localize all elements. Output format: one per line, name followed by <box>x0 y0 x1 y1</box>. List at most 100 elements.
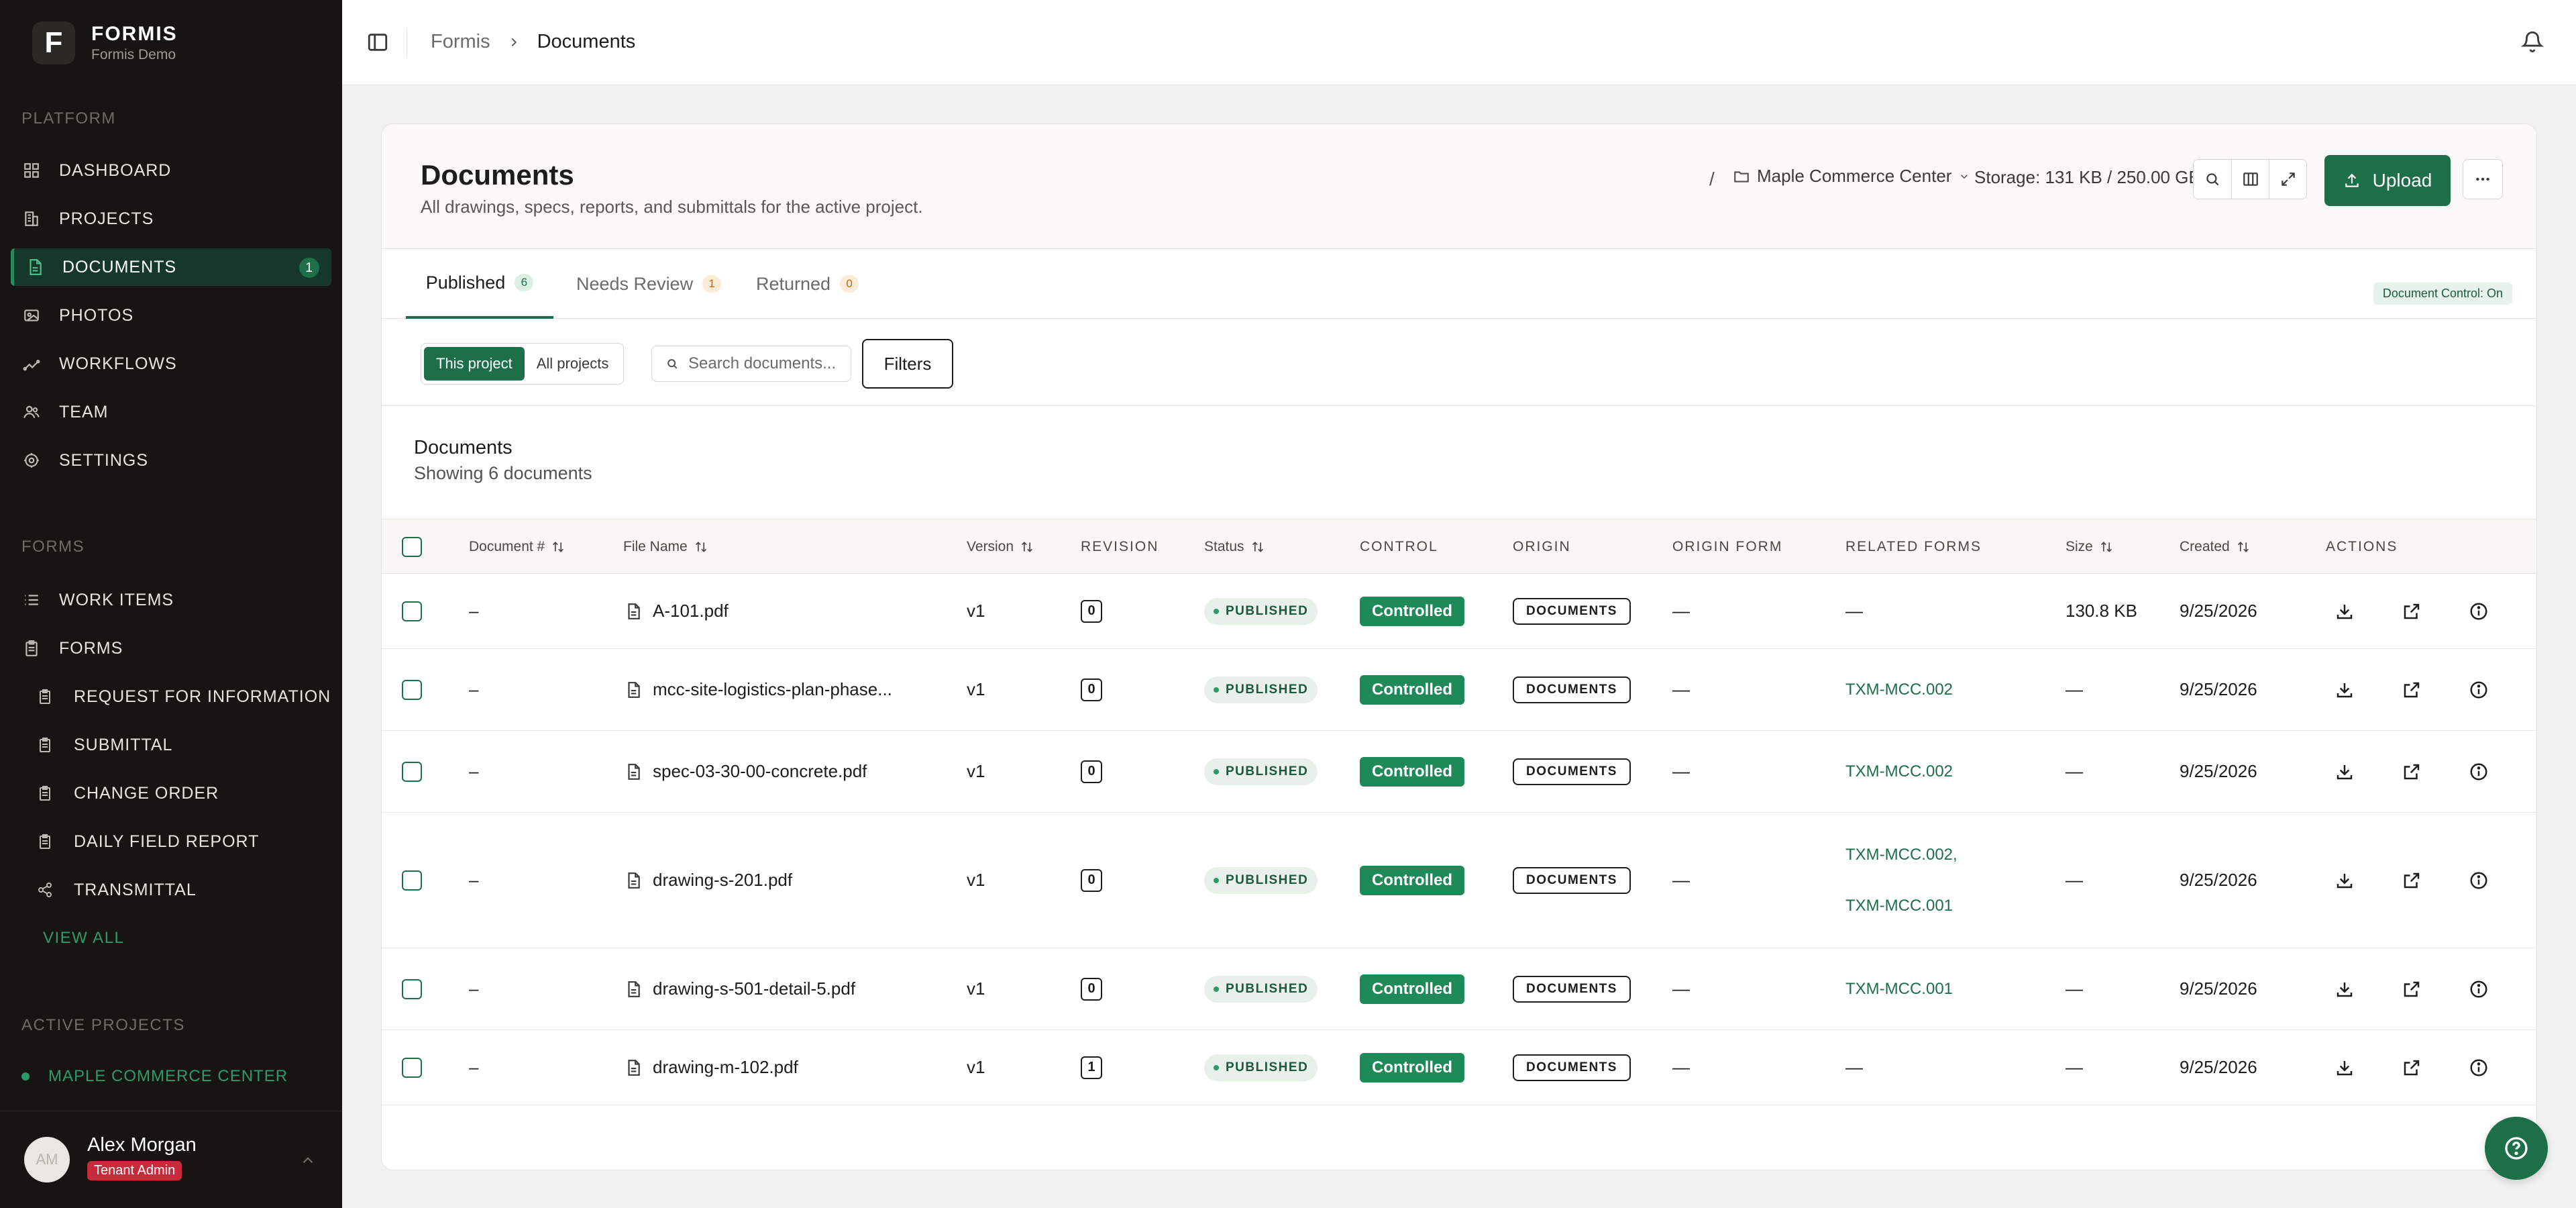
card-header: Documents All drawings, specs, reports, … <box>382 124 2536 249</box>
column-created[interactable]: Created <box>2180 519 2250 574</box>
sidebar-item-rfi[interactable]: REQUEST FOR INFORMATION <box>35 678 331 715</box>
tab-returned[interactable]: Returned 0 <box>756 249 859 319</box>
revision-cell: 0 <box>1081 574 1102 648</box>
tab-label: Published <box>425 272 506 293</box>
gear-icon <box>21 450 42 470</box>
sidebar-item-label: DOCUMENTS <box>62 257 177 276</box>
select-all-checkbox[interactable] <box>402 537 422 557</box>
column-actions: ACTIONS <box>2326 539 2398 554</box>
status-dot <box>1214 986 1219 992</box>
open-external-icon[interactable] <box>2398 1054 2425 1081</box>
info-icon[interactable] <box>2465 758 2492 785</box>
info-icon[interactable] <box>2465 598 2492 625</box>
info-icon[interactable] <box>2465 1054 2492 1081</box>
table-row[interactable]: – drawing-s-501-detail-5.pdf v1 0 PUBLIS… <box>382 948 2536 1030</box>
open-external-icon[interactable] <box>2398 598 2425 625</box>
version: v1 <box>967 679 985 699</box>
help-button[interactable] <box>2485 1117 2548 1180</box>
file-name-cell[interactable]: drawing-s-201.pdf <box>625 813 792 948</box>
file-name-cell[interactable]: drawing-m-102.pdf <box>625 1030 798 1105</box>
origin-cell: DOCUMENTS <box>1513 731 1631 812</box>
row-checkbox[interactable] <box>402 601 422 621</box>
document-number: – <box>469 870 479 890</box>
brand[interactable]: F FORMIS Formis Demo <box>32 16 178 70</box>
related-form-link[interactable]: TXM-MCC.001 <box>1845 897 1953 915</box>
sidebar-toggle-icon[interactable] <box>366 31 389 54</box>
info-icon[interactable] <box>2465 976 2492 1003</box>
file-name: mcc-site-logistics-plan-phase... <box>653 679 892 699</box>
column-status[interactable]: Status <box>1204 519 1265 574</box>
column-document-number[interactable]: Document # <box>469 519 565 574</box>
sidebar-item-workflows[interactable]: WORKFLOWS <box>11 345 331 383</box>
related-form-link[interactable]: TXM-MCC.002 <box>1845 681 1953 699</box>
columns-icon[interactable] <box>2231 160 2269 199</box>
column-file-name[interactable]: File Name <box>623 519 708 574</box>
scope-this-project-button[interactable]: This project <box>424 347 525 381</box>
column-size[interactable]: Size <box>2065 519 2113 574</box>
open-external-icon[interactable] <box>2398 758 2425 785</box>
sidebar-item-documents[interactable]: DOCUMENTS 1 <box>11 248 331 286</box>
sidebar-item-dashboard[interactable]: DASHBOARD <box>11 152 331 189</box>
row-checkbox[interactable] <box>402 680 422 700</box>
table-row[interactable]: – drawing-s-201.pdf v1 0 PUBLISHED Contr… <box>382 813 2536 948</box>
download-icon[interactable] <box>2331 598 2358 625</box>
row-checkbox[interactable] <box>402 1058 422 1078</box>
filters-button[interactable]: Filters <box>862 339 953 389</box>
file-name-cell[interactable]: mcc-site-logistics-plan-phase... <box>625 649 892 730</box>
file-name-cell[interactable]: drawing-s-501-detail-5.pdf <box>625 948 855 1029</box>
project-selector[interactable]: Maple Commerce Center <box>1733 166 1970 187</box>
status-label: PUBLISHED <box>1226 682 1309 697</box>
open-external-icon[interactable] <box>2398 867 2425 894</box>
file-name-cell[interactable]: A-101.pdf <box>625 574 729 648</box>
control-cell: Controlled <box>1360 731 1464 812</box>
upload-button[interactable]: Upload <box>2324 155 2451 206</box>
sidebar-item-forms[interactable]: FORMS <box>11 630 331 667</box>
column-version[interactable]: Version <box>967 519 1034 574</box>
bell-icon[interactable] <box>2521 30 2544 52</box>
open-external-icon[interactable] <box>2398 676 2425 703</box>
scope-all-projects-button[interactable]: All projects <box>525 347 621 381</box>
row-checkbox[interactable] <box>402 762 422 782</box>
download-icon[interactable] <box>2331 1054 2358 1081</box>
open-external-icon[interactable] <box>2398 976 2425 1003</box>
table-row[interactable]: – mcc-site-logistics-plan-phase... v1 0 … <box>382 649 2536 731</box>
download-icon[interactable] <box>2331 867 2358 894</box>
search-icon[interactable] <box>2194 160 2231 199</box>
breadcrumb: Formis Documents <box>431 31 635 53</box>
user-menu[interactable]: AM Alex Morgan Tenant Admin <box>0 1111 342 1208</box>
chevron-up-icon[interactable] <box>299 1152 317 1169</box>
view-all-link[interactable]: VIEW ALL <box>43 929 124 948</box>
sidebar-item-transmittal[interactable]: TRANSMITTAL <box>35 871 197 909</box>
download-icon[interactable] <box>2331 976 2358 1003</box>
sidebar-item-photos[interactable]: PHOTOS <box>11 297 331 334</box>
sidebar-item-change-order[interactable]: CHANGE ORDER <box>35 774 219 812</box>
breadcrumb-root[interactable]: Formis <box>431 31 490 53</box>
sidebar-item-work-items[interactable]: WORK ITEMS <box>11 581 331 619</box>
related-form-link[interactable]: TXM-MCC.001 <box>1845 980 1953 999</box>
search-input[interactable]: Search documents... <box>651 346 851 382</box>
table-row[interactable]: – spec-03-30-00-concrete.pdf v1 0 PUBLIS… <box>382 731 2536 813</box>
expand-icon[interactable] <box>2269 160 2306 199</box>
tab-needs-review[interactable]: Needs Review 1 <box>576 249 722 319</box>
related-form-link[interactable]: TXM-MCC.002 <box>1845 762 1953 781</box>
download-icon[interactable] <box>2331 758 2358 785</box>
more-options-button[interactable] <box>2463 159 2503 199</box>
control-cell: Controlled <box>1360 649 1464 730</box>
related-form-link[interactable]: TXM-MCC.002, <box>1845 846 1957 864</box>
row-checkbox[interactable] <box>402 870 422 891</box>
info-icon[interactable] <box>2465 676 2492 703</box>
column-label: Version <box>967 539 1014 554</box>
active-project-item[interactable]: MAPLE COMMERCE CENTER <box>21 1067 288 1086</box>
sidebar-item-projects[interactable]: PROJECTS <box>11 200 331 238</box>
sidebar-item-settings[interactable]: SETTINGS <box>11 442 331 479</box>
sidebar-item-daily-field-report[interactable]: DAILY FIELD REPORT <box>35 823 259 860</box>
sidebar-item-submittal[interactable]: SUBMITTAL <box>35 726 172 764</box>
table-row[interactable]: – drawing-m-102.pdf v1 1 PUBLISHED Contr… <box>382 1030 2536 1105</box>
file-name-cell[interactable]: spec-03-30-00-concrete.pdf <box>625 731 867 812</box>
tab-published[interactable]: Published 6 <box>406 249 553 319</box>
row-checkbox[interactable] <box>402 979 422 999</box>
sidebar-item-team[interactable]: TEAM <box>11 393 331 431</box>
download-icon[interactable] <box>2331 676 2358 703</box>
table-row[interactable]: – A-101.pdf v1 0 PUBLISHED Controlled DO… <box>382 574 2536 649</box>
info-icon[interactable] <box>2465 867 2492 894</box>
